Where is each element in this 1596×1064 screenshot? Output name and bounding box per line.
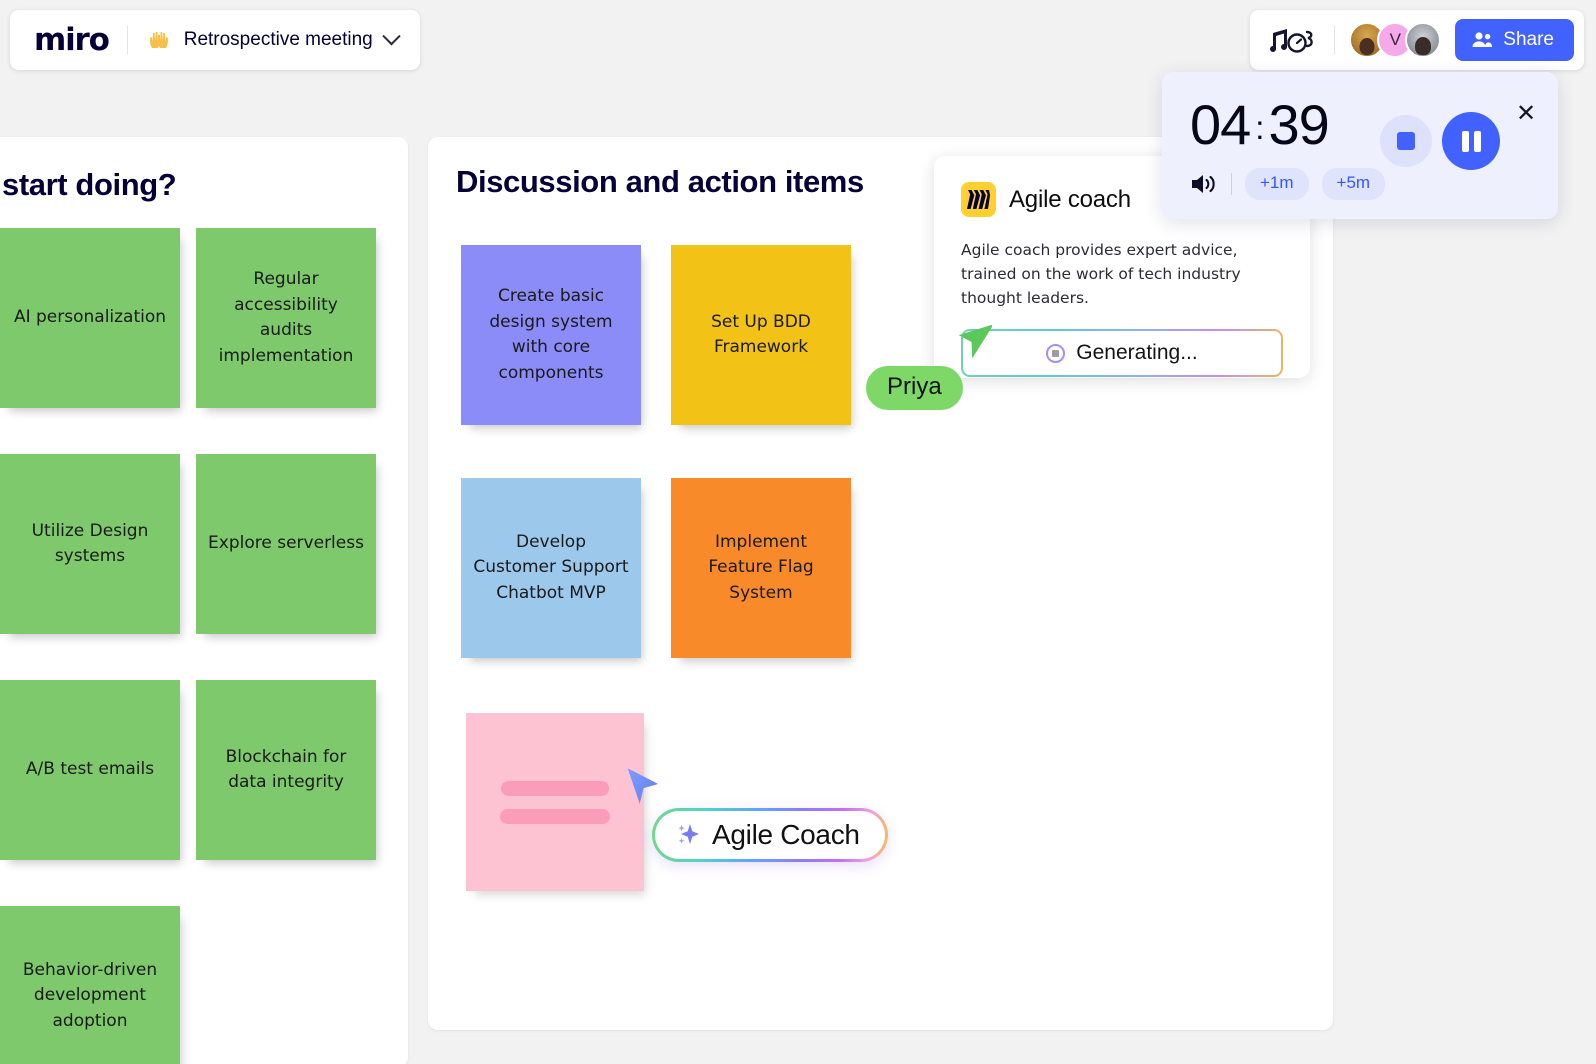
avatar-group[interactable]: V xyxy=(1349,22,1442,58)
speaker-icon[interactable] xyxy=(1190,172,1218,196)
sticky-note[interactable]: Set Up BDD Framework xyxy=(671,245,851,425)
sticky-note-text: A/B test emails xyxy=(25,759,155,780)
people-icon xyxy=(1472,32,1493,47)
sticky-note-text: Regular accessibility audits implementat… xyxy=(218,269,354,366)
share-button[interactable]: Share xyxy=(1455,19,1574,61)
board-header-bar[interactable]: miro Retrospective meeting xyxy=(10,10,420,70)
sticky-note[interactable]: Create basic design system with core com… xyxy=(461,245,641,425)
sticky-note-generating[interactable] xyxy=(466,713,644,891)
sticky-note-text: Implement Feature Flag System xyxy=(708,531,814,603)
add-five-minutes-button[interactable]: +5m xyxy=(1321,168,1386,200)
sticky-note[interactable]: A/B test emails xyxy=(0,680,180,860)
timer-stop-button[interactable] xyxy=(1380,115,1432,167)
sticky-note[interactable]: Utilize Design systems xyxy=(0,454,180,634)
frame-start-doing[interactable]: start doing? AI personalization Regular … xyxy=(0,137,408,1064)
green-cursor-label: Priya xyxy=(866,366,963,410)
sticky-note-text: AI personalization xyxy=(13,307,167,328)
generating-button-label: Generating... xyxy=(1076,341,1198,365)
divider xyxy=(126,26,128,54)
music-timer-icon[interactable] xyxy=(1268,24,1320,56)
sticky-note[interactable]: Regular accessibility audits implementat… xyxy=(196,228,376,408)
blue-cursor xyxy=(628,768,659,804)
sparkle-icon xyxy=(678,824,699,844)
chevron-down-icon[interactable] xyxy=(382,26,401,45)
timer-minutes: 04 xyxy=(1190,93,1251,156)
timer-close-button[interactable]: ✕ xyxy=(1514,102,1538,126)
sticky-note[interactable]: AI personalization xyxy=(0,228,180,408)
board-name-dropdown[interactable]: Retrospective meeting xyxy=(146,26,401,53)
agile-coach-pill-label: Agile Coach xyxy=(712,819,860,850)
avatar[interactable] xyxy=(1405,22,1442,58)
timer-panel[interactable]: 04 : 39 +1m +5m ✕ xyxy=(1162,72,1558,219)
sticky-note-text: Blockchain for data integrity xyxy=(225,746,347,793)
add-one-minute-button[interactable]: +1m xyxy=(1245,168,1309,200)
agile-coach-pill[interactable]: Agile Coach xyxy=(652,808,888,862)
board-title: Retrospective meeting xyxy=(183,29,373,50)
generating-button[interactable]: Generating... xyxy=(961,329,1283,378)
sticky-note-text: Develop Customer Support Chatbot MVP xyxy=(473,531,629,603)
miro-logo-icon xyxy=(961,182,996,217)
divider xyxy=(1334,26,1336,54)
collaboration-toolbar[interactable]: V Share xyxy=(1250,10,1584,70)
timer-seconds: 39 xyxy=(1268,93,1329,156)
miro-board-canvas[interactable]: start doing? AI personalization Regular … xyxy=(0,0,1596,1064)
spinner-icon xyxy=(1046,343,1066,363)
sticky-note[interactable]: Blockchain for data integrity xyxy=(196,680,376,860)
sticky-note-text: Behavior-driven development adoption xyxy=(22,959,158,1031)
skeleton-bar xyxy=(501,780,609,796)
share-button-label: Share xyxy=(1503,29,1554,50)
skeleton-bar xyxy=(500,808,610,824)
miro-logo[interactable]: miro xyxy=(34,22,110,58)
green-cursor xyxy=(958,324,992,359)
raising-hands-emoji xyxy=(149,32,168,51)
sticky-note-text: Create basic design system with core com… xyxy=(489,286,613,383)
frame-left-title: start doing? xyxy=(2,167,177,202)
frame-right-title: Discussion and action items xyxy=(456,164,864,199)
agile-coach-card-description: Agile coach provides expert advice, trai… xyxy=(961,241,1241,308)
sticky-note-text: Utilize Design systems xyxy=(31,520,149,567)
sticky-note-text: Explore serverless xyxy=(208,533,364,554)
agile-coach-card-title: Agile coach xyxy=(1009,185,1131,213)
sticky-note-text: Set Up BDD Framework xyxy=(711,311,811,358)
timer-pause-button[interactable] xyxy=(1442,112,1500,170)
timer-display: 04 : 39 xyxy=(1190,92,1330,157)
timer-separator: : xyxy=(1255,109,1264,146)
sticky-note[interactable]: Implement Feature Flag System xyxy=(671,478,851,658)
sticky-note[interactable]: Behavior-driven development adoption xyxy=(0,906,180,1064)
sticky-note[interactable]: Develop Customer Support Chatbot MVP xyxy=(461,478,641,658)
divider xyxy=(1231,173,1232,195)
sticky-note[interactable]: Explore serverless xyxy=(196,454,376,634)
